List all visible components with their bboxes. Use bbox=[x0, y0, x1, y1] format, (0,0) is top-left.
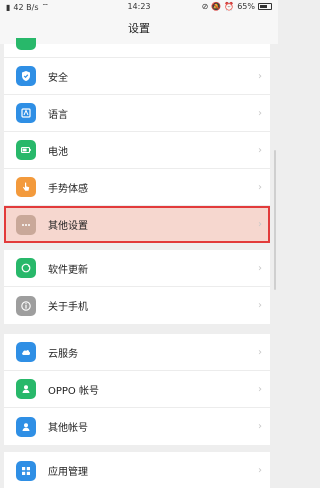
more-icon bbox=[16, 214, 36, 235]
settings-label-battery: 电池 bbox=[48, 146, 68, 158]
settings-row-oppo-account[interactable]: OPPO 帐号 › bbox=[4, 371, 270, 408]
update-icon bbox=[16, 258, 36, 278]
user-icon bbox=[16, 379, 36, 399]
settings-row-other[interactable]: 其他设置 › bbox=[4, 206, 270, 243]
battery-percent: 65% bbox=[237, 2, 255, 11]
chevron-right-icon: › bbox=[258, 346, 262, 358]
settings-group-3: 云服务 › OPPO 帐号 › 其他帐号 › bbox=[4, 334, 270, 445]
status-right: ⊘ 🔕 ⏰ 65% bbox=[202, 2, 272, 11]
info-icon bbox=[16, 295, 36, 316]
chevron-right-icon: › bbox=[258, 300, 262, 311]
apps-icon bbox=[16, 460, 36, 481]
settings-label-other: 其他设置 bbox=[48, 221, 88, 232]
gesture-icon bbox=[16, 177, 36, 197]
chevron-right-icon: › bbox=[258, 465, 262, 476]
account-icon bbox=[16, 416, 36, 437]
chevron-right-icon: › bbox=[258, 181, 262, 193]
settings-row-battery[interactable]: 电池 › bbox=[4, 132, 270, 169]
chevron-right-icon: › bbox=[258, 219, 262, 230]
settings-label-security: 安全 bbox=[48, 72, 68, 84]
chevron-right-icon: › bbox=[258, 262, 262, 274]
settings-row-security[interactable]: 安全 › bbox=[4, 58, 270, 95]
settings-label-oppo-account: OPPO 帐号 bbox=[48, 385, 99, 397]
settings-group-2: 软件更新 › 关于手机 › bbox=[4, 250, 270, 324]
chevron-right-icon: › bbox=[258, 383, 262, 395]
alarm-icon: ⏰ bbox=[224, 2, 235, 11]
chevron-right-icon: › bbox=[258, 70, 262, 82]
language-icon bbox=[16, 103, 36, 123]
settings-group-1: 安全 › 语言 › 电池 › 手势体感 › 其他设置 › bbox=[4, 38, 270, 243]
settings-row-gesture[interactable]: 手势体感 › bbox=[4, 169, 270, 206]
settings-row-other-accounts[interactable]: 其他帐号 › bbox=[4, 408, 270, 445]
settings-label-update: 软件更新 bbox=[48, 264, 88, 276]
cloud-icon bbox=[16, 342, 36, 362]
partial-icon bbox=[16, 38, 36, 50]
mute-icon: 🔕 bbox=[211, 2, 222, 11]
settings-row-about[interactable]: 关于手机 › bbox=[4, 287, 270, 324]
page-title: 设置 bbox=[0, 14, 278, 44]
settings-row-language[interactable]: 语言 › bbox=[4, 95, 270, 132]
settings-label-apps: 应用管理 bbox=[48, 467, 88, 478]
chevron-right-icon: › bbox=[258, 421, 262, 432]
settings-row-cloud[interactable]: 云服务 › bbox=[4, 334, 270, 371]
settings-label-gesture: 手势体感 bbox=[48, 183, 88, 195]
lock-icon: ⊘ bbox=[201, 2, 209, 11]
settings-label-language: 语言 bbox=[48, 109, 68, 121]
settings-row-apps[interactable]: 应用管理 › bbox=[4, 452, 270, 488]
scrollbar[interactable] bbox=[274, 150, 276, 290]
settings-group-4: 应用管理 › bbox=[4, 452, 270, 488]
settings-label-cloud: 云服务 bbox=[48, 348, 78, 360]
settings-label-other-accounts: 其他帐号 bbox=[48, 423, 88, 434]
battery-icon bbox=[258, 3, 272, 10]
settings-row-partial[interactable] bbox=[4, 38, 270, 58]
battery-icon bbox=[16, 140, 36, 160]
chevron-right-icon: › bbox=[258, 107, 262, 119]
shield-icon bbox=[16, 66, 36, 86]
settings-label-about: 关于手机 bbox=[48, 302, 88, 313]
settings-row-update[interactable]: 软件更新 › bbox=[4, 250, 270, 287]
status-bar: ▮ 42 B/s ⌔ 14:23 ⊘ 🔕 ⏰ 65% bbox=[0, 0, 278, 14]
chevron-right-icon: › bbox=[258, 144, 262, 156]
